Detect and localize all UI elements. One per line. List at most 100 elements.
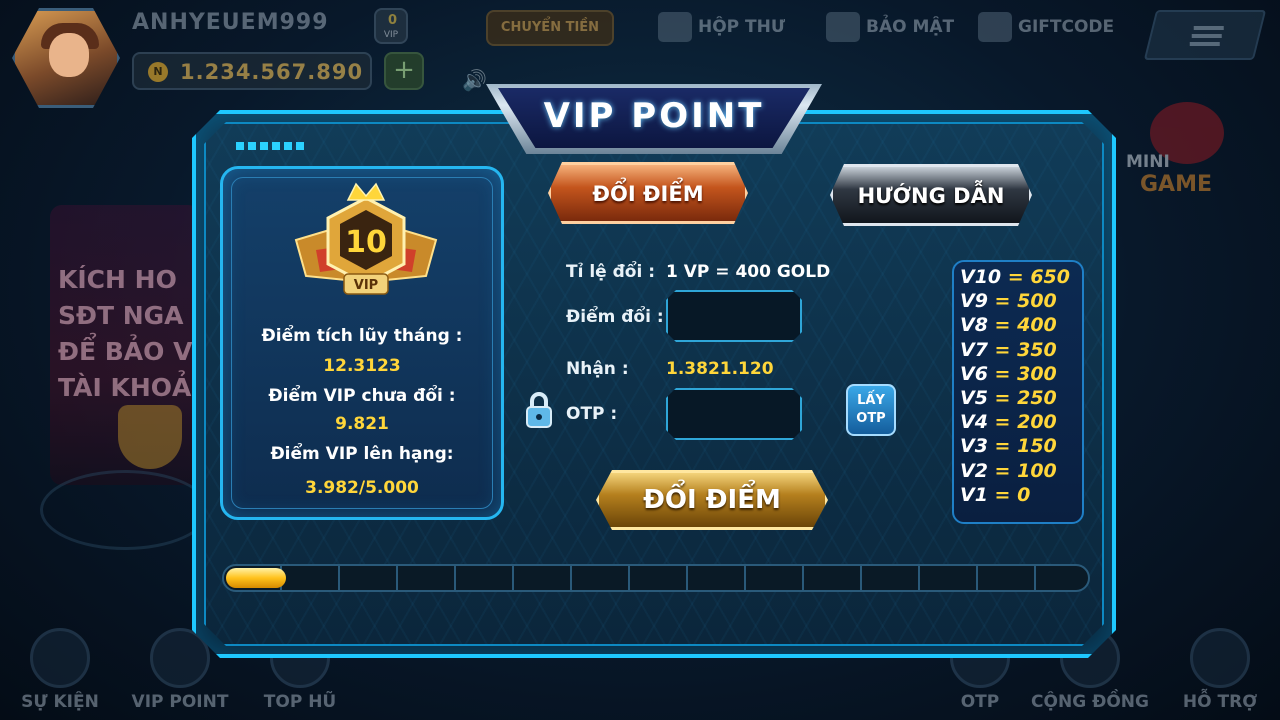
vip-rate-level: V3	[960, 435, 988, 458]
vip-rate-level: V10	[960, 266, 1002, 288]
points-label: Điểm đổi :	[566, 307, 664, 327]
unexchanged-points-value: 9.821	[335, 414, 389, 434]
vip-badge-small-level: 0	[388, 13, 398, 28]
get-otp-label-line1: LẤY	[857, 393, 885, 408]
lock-icon	[526, 392, 552, 428]
avatar[interactable]	[12, 8, 120, 108]
shield-icon	[826, 12, 860, 42]
gift-icon	[978, 12, 1012, 42]
coin-icon: N	[148, 62, 168, 82]
vip-badge-small-label: VIP	[383, 30, 399, 40]
vip-rate-level: V7	[960, 338, 988, 361]
vip-rate-points: 300	[1017, 362, 1057, 385]
vip-progress-bar	[222, 564, 1090, 592]
bottom-nav-events[interactable]: SỰ KIỆN	[0, 620, 120, 720]
monthly-points-value: 12.3123	[323, 356, 401, 376]
vip-badge-small[interactable]: 0 VIP	[374, 8, 408, 44]
vip-rate-row: V9 = 500	[960, 290, 1057, 312]
calendar-icon	[30, 628, 90, 688]
vip-rate-equals: =	[987, 483, 1018, 506]
username: ANHYEUEM999	[132, 10, 329, 35]
vip-rate-points: 200	[1017, 411, 1057, 434]
minigame-button[interactable]: MINI GAME	[1122, 92, 1252, 212]
nav-giftcode[interactable]: GIFTCODE	[978, 12, 1114, 48]
lock-keyhole	[536, 414, 542, 420]
emblem-level-number: 10	[345, 225, 387, 260]
vip-rate-points: 250	[1017, 387, 1057, 409]
promo-pedestal	[40, 470, 210, 550]
vip-rate-level: V6	[960, 362, 988, 385]
bottom-nav-label: SỰ KIỆN	[21, 692, 99, 712]
nav-mailbox[interactable]: HỘP THƯ	[658, 12, 785, 48]
minigame-label-bottom: GAME	[1140, 172, 1213, 197]
promo-line: TÀI KHOẢ	[58, 373, 192, 402]
promo-line: ĐỂ BẢO V	[58, 337, 193, 366]
progress-cells	[224, 566, 1088, 590]
crown-icon	[346, 182, 386, 201]
vip-rate-level: V4	[960, 411, 988, 434]
monthly-points-label: Điểm tích lũy tháng :	[261, 326, 463, 346]
corner-decoration	[236, 142, 308, 150]
add-funds-button[interactable]: +	[384, 52, 424, 90]
receive-value: 1.3821.120	[666, 359, 774, 379]
mail-icon	[658, 12, 692, 42]
vip-rate-level: V8	[960, 314, 988, 337]
exchange-submit-button[interactable]: ĐỔI ĐIỂM	[596, 470, 828, 530]
vip-rate-row: V8 = 400	[960, 314, 1057, 336]
support-icon	[1190, 628, 1250, 688]
vip-rate-row: V2 = 100	[960, 460, 1057, 482]
tab-guide[interactable]: HƯỚNG DẪN	[830, 164, 1032, 226]
vip-rate-equals: =	[987, 338, 1018, 361]
vip-rate-row: V4 = 200	[960, 411, 1057, 433]
lock-shackle	[530, 392, 548, 408]
bottom-nav-label: TOP HŨ	[263, 692, 337, 712]
bottom-nav-support[interactable]: HỖ TRỢ	[1160, 620, 1280, 720]
vip-rate-equals: =	[1001, 266, 1031, 288]
otp-input[interactable]	[666, 388, 802, 440]
minigame-label-top: MINI	[1126, 152, 1170, 172]
get-otp-label-line2: OTP	[856, 411, 886, 426]
menu-button[interactable]	[1143, 10, 1267, 60]
vip-rate-level: V1	[960, 483, 988, 506]
vip-rate-row: V1 = 0	[960, 484, 1030, 506]
promo-shield-icon	[118, 405, 182, 469]
levelup-points-value: 3.982/5.000	[305, 478, 419, 498]
vip-rate-equals: =	[987, 459, 1018, 482]
promo-line: KÍCH HO	[58, 265, 177, 294]
levelup-points-label: Điểm VIP lên hạng:	[270, 444, 454, 464]
points-input[interactable]	[666, 290, 802, 342]
rate-label: Tỉ lệ đổi :	[566, 262, 656, 282]
promo-line: SĐT NGA	[58, 301, 184, 330]
vip-rate-equals: =	[987, 435, 1018, 458]
vip-rate-points: 350	[1017, 338, 1057, 361]
rate-value: 1 VP = 400 GOLD	[666, 262, 831, 282]
sound-icon[interactable]: 🔊	[462, 68, 488, 92]
vip-rate-equals: =	[987, 290, 1018, 313]
vip-rate-points: 400	[1017, 314, 1057, 337]
vip-rate-level: V9	[960, 290, 988, 313]
progress-fill	[226, 568, 286, 588]
vip-rate-row: V6 = 300	[960, 363, 1057, 385]
bottom-nav-label: OTP	[960, 692, 1000, 712]
menu-line	[1193, 26, 1224, 30]
tab-exchange[interactable]: ĐỔI ĐIỂM	[548, 162, 748, 224]
emblem-vip-label: VIP	[354, 278, 378, 293]
transfer-button[interactable]: CHUYỂN TIỀN	[486, 10, 614, 46]
bottom-nav-label: HỖ TRỢ	[1182, 692, 1258, 712]
menu-line	[1191, 34, 1222, 38]
bottom-nav-label: CỘNG ĐỒNG	[1031, 692, 1149, 712]
vip-rate-row: V3 = 150	[960, 435, 1057, 457]
vip-rate-row: V5 = 250	[960, 387, 1057, 409]
vip-rate-level: V5	[960, 387, 988, 409]
vip-rate-points: 0	[1017, 483, 1031, 506]
receive-label: Nhận :	[566, 359, 629, 379]
vip-rate-row: V7 = 350	[960, 339, 1057, 361]
get-otp-button[interactable]: LẤY OTP	[846, 384, 896, 436]
nav-security[interactable]: BẢO MẬT	[826, 12, 954, 48]
nav-mailbox-label: HỘP THƯ	[698, 17, 786, 37]
vip-rate-equals: =	[987, 314, 1018, 337]
vip-rate-points: 500	[1017, 290, 1057, 313]
vip-rate-equals: =	[987, 387, 1018, 409]
promo-text: KÍCH HO SĐT NGA ĐỂ BẢO V TÀI KHOẢ	[58, 262, 208, 406]
menu-line	[1189, 42, 1220, 46]
